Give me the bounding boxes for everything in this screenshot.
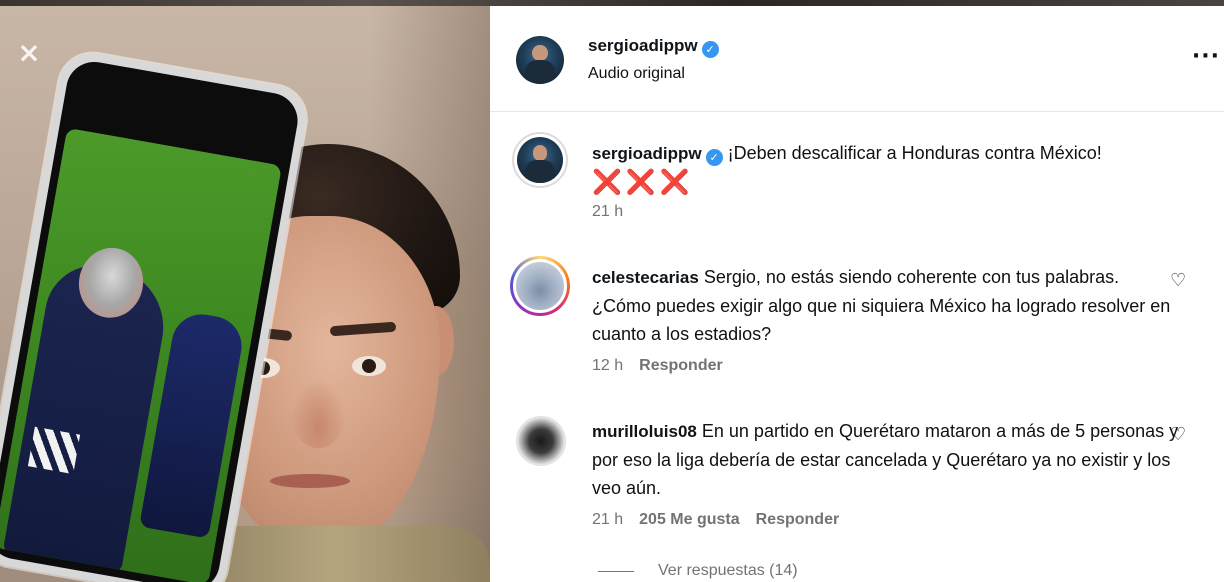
caption-text: ¡Deben descalificar a Honduras contra Mé… xyxy=(727,143,1102,163)
comment-meta: 21 h 205 Me gusta Responder xyxy=(592,511,855,529)
verified-badge-icon: ✓ xyxy=(701,41,719,58)
comment-username[interactable]: celestecarias xyxy=(592,268,699,287)
heart-outline-icon[interactable]: ♡ xyxy=(1170,421,1190,445)
comment-avatar[interactable] xyxy=(510,256,570,316)
comment: celestecarias Sergio, no estás siendo co… xyxy=(592,263,1186,348)
caption-username[interactable]: sergioadippw xyxy=(592,144,702,163)
caption-emoji: ❌❌❌ xyxy=(592,168,694,196)
comment-username[interactable]: murilloluis08 xyxy=(592,422,697,441)
reply-button[interactable]: Responder xyxy=(639,357,723,374)
caption-avatar[interactable] xyxy=(512,132,568,188)
caption: sergioadippw ✓ ¡Deben descalificar a Hond… xyxy=(592,139,1202,198)
view-replies-label: Ver respuestas (14) xyxy=(658,562,798,579)
reel-video[interactable]: ⨯ xyxy=(0,6,490,582)
caption-meta: 21 h xyxy=(592,203,639,221)
more-options-icon[interactable]: ··· xyxy=(1192,44,1220,69)
caption-time[interactable]: 21 h xyxy=(592,203,623,220)
author-username[interactable]: sergioadippw xyxy=(588,36,698,55)
comment-avatar[interactable] xyxy=(516,416,566,466)
phone-screen-image xyxy=(0,127,282,582)
heart-outline-icon[interactable]: ♡ xyxy=(1170,267,1190,291)
likes-count[interactable]: 205 Me gusta xyxy=(639,511,739,528)
comment-meta: 12 h Responder xyxy=(592,357,739,375)
audio-link[interactable]: Audio original xyxy=(588,65,685,83)
reply-button[interactable]: Responder xyxy=(756,511,840,528)
comment: murilloluis08 En un partido en Querétaro… xyxy=(592,417,1186,502)
post-header: sergioadippw ✓ Audio original ··· xyxy=(490,6,1224,112)
capcut-logo-icon: ⨯ xyxy=(17,36,41,69)
view-replies-button[interactable]: Ver respuestas (14) xyxy=(598,562,798,580)
comment-time[interactable]: 21 h xyxy=(592,511,623,528)
verified-badge-icon: ✓ xyxy=(705,149,723,166)
comment-time[interactable]: 12 h xyxy=(592,357,623,374)
post-details-panel: sergioadippw ✓ Audio original ··· sergioa… xyxy=(490,6,1224,582)
author-avatar[interactable] xyxy=(516,36,564,84)
author-username-row: sergioadippw ✓ xyxy=(588,36,719,58)
